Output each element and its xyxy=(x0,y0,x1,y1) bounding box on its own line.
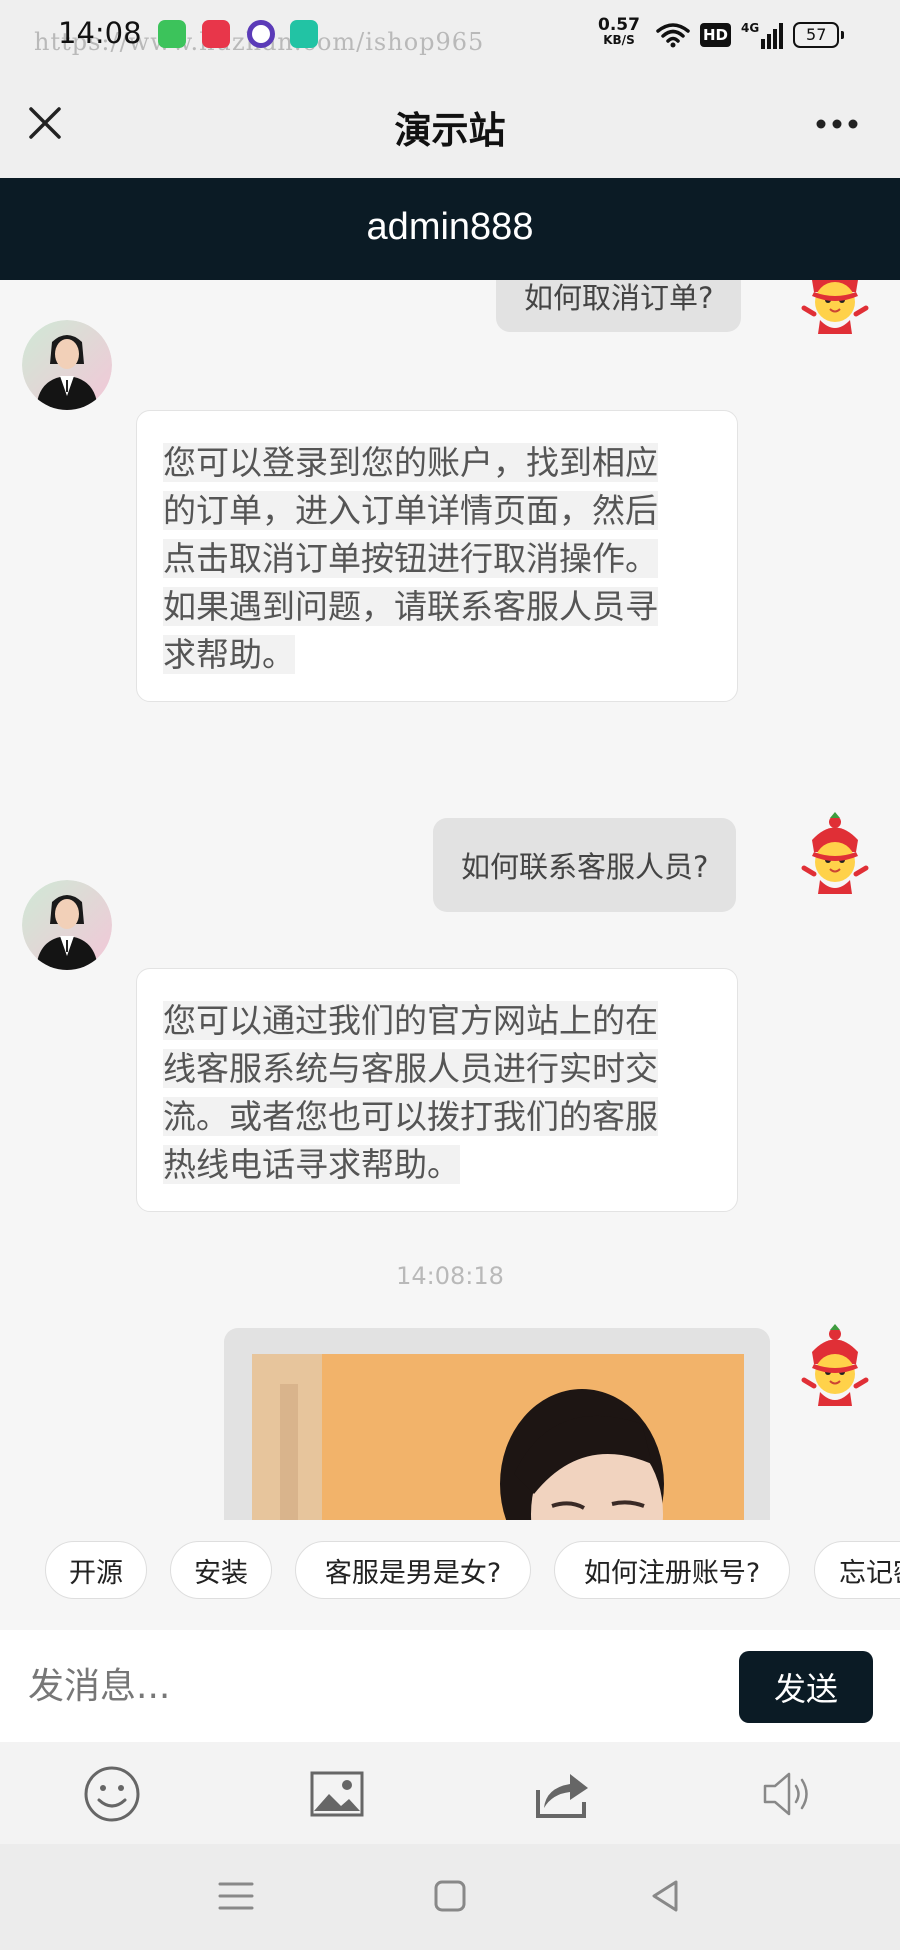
quick-reply-chip[interactable]: 如何注册账号? xyxy=(554,1541,790,1599)
agent-avatar-image xyxy=(22,320,112,410)
quick-reply-bar: 开源 安装 客服是男是女? 如何注册账号? 忘记密码 xyxy=(0,1520,900,1630)
status-time: 14:08 xyxy=(58,16,142,50)
page-title: 演示站 xyxy=(394,109,506,152)
menu-icon[interactable] xyxy=(214,1874,258,1918)
user-avatar-image xyxy=(790,280,880,340)
message-text: 您可以登录到您的账户，找到相应 的订单，进入订单详情页面，然后 点击取消订单按钮… xyxy=(163,443,658,674)
message-timestamp: 14:08:18 xyxy=(396,1262,504,1290)
quick-reply-chip[interactable]: 安装 xyxy=(170,1541,272,1599)
user-image-bubble[interactable] xyxy=(224,1328,770,1520)
hd-badge: HD xyxy=(700,23,732,47)
speaker-icon[interactable] xyxy=(757,1764,817,1824)
user-avatar-image xyxy=(790,810,880,900)
chat-header: admin888 xyxy=(0,178,900,280)
shopping-app-icon xyxy=(202,20,230,48)
agent-message-bubble: 您可以通过我们的官方网站上的在 线客服系统与客服人员进行实时交 流。或者您也可以… xyxy=(136,968,738,1212)
user-message-bubble: 如何联系客服人员? xyxy=(433,818,737,912)
app-store-icon xyxy=(158,20,186,48)
user-avatar-image xyxy=(790,1322,880,1412)
more-icon[interactable] xyxy=(816,118,858,130)
quick-reply-chip[interactable]: 客服是男是女? xyxy=(295,1541,531,1599)
battery-icon: 57 xyxy=(793,22,845,48)
user-avatar[interactable] xyxy=(790,280,880,340)
status-bar: https://www.huzhan.com/ishop965 14:08 0.… xyxy=(0,0,900,70)
title-bar: 演示站 xyxy=(0,70,900,178)
home-icon[interactable] xyxy=(428,1874,472,1918)
chat-partner-name: admin888 xyxy=(366,206,534,248)
wifi-icon xyxy=(656,23,690,48)
video-app-icon xyxy=(290,20,318,48)
message-input[interactable] xyxy=(28,1654,708,1718)
quick-reply-chip[interactable]: 忘记密码 xyxy=(814,1541,900,1599)
input-toolbar xyxy=(0,1742,900,1844)
share-icon[interactable] xyxy=(532,1764,592,1824)
status-icons: HD 4G 57 xyxy=(656,18,845,52)
message-text: 如何取消订单? xyxy=(524,281,714,315)
photo-image xyxy=(252,1354,744,1520)
message-text: 如何联系客服人员? xyxy=(461,850,709,884)
back-icon[interactable] xyxy=(644,1874,688,1918)
send-button[interactable]: 发送 xyxy=(739,1651,873,1723)
agent-avatar[interactable] xyxy=(22,320,112,410)
system-navigation-bar xyxy=(0,1844,900,1950)
agent-message-bubble: 您可以登录到您的账户，找到相应 的订单，进入订单详情页面，然后 点击取消订单按钮… xyxy=(136,410,738,702)
network-speed: 0.57 KB/S xyxy=(598,15,640,47)
chat-messages[interactable]: 如何取消订单? 您可以登录到您的账户，找到相应 的订单，进入订单详情页面，然后 … xyxy=(0,280,900,1520)
agent-avatar[interactable] xyxy=(22,880,112,970)
quick-reply-chip[interactable]: 开源 xyxy=(45,1541,147,1599)
message-input-bar: 发送 xyxy=(0,1630,900,1742)
signal-icon: 4G xyxy=(741,21,784,49)
chat-app-icon xyxy=(247,20,275,48)
emoji-icon[interactable] xyxy=(82,1764,142,1824)
image-icon[interactable] xyxy=(307,1764,367,1824)
user-message-bubble: 如何取消订单? xyxy=(496,280,742,332)
message-text: 您可以通过我们的官方网站上的在 线客服系统与客服人员进行实时交 流。或者您也可以… xyxy=(163,1001,658,1184)
user-avatar[interactable] xyxy=(790,1322,880,1412)
shared-photo[interactable] xyxy=(252,1354,744,1520)
agent-avatar-image xyxy=(22,880,112,970)
user-avatar[interactable] xyxy=(790,810,880,900)
